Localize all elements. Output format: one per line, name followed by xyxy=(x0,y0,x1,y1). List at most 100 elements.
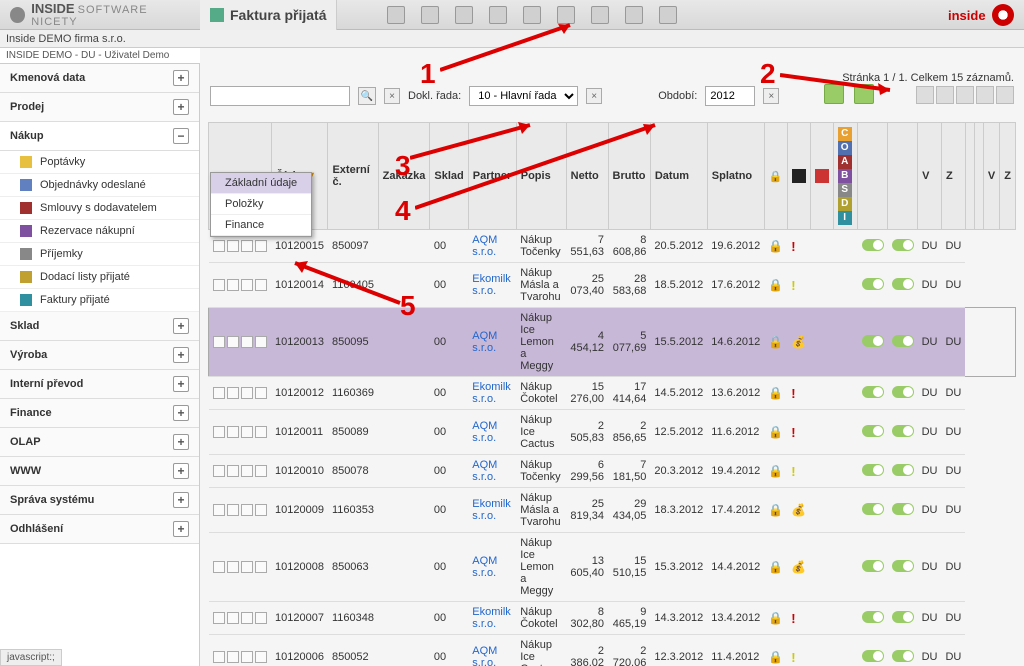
cell-partner[interactable]: Ekomilk s.r.o. xyxy=(468,602,516,635)
row-doc-icon[interactable] xyxy=(241,612,253,624)
row-doc-icon[interactable] xyxy=(241,465,253,477)
row-copy-icon[interactable] xyxy=(227,279,239,291)
row-copy-icon[interactable] xyxy=(227,426,239,438)
col-header[interactable]: Partner xyxy=(468,123,516,230)
toggle-2[interactable] xyxy=(892,611,914,623)
toggle-1[interactable] xyxy=(862,503,884,515)
sidebar-group[interactable]: Odhlášení+ xyxy=(0,515,199,544)
row-open-icon[interactable] xyxy=(213,561,225,573)
row-text-icon[interactable] xyxy=(255,612,267,624)
col-header[interactable]: Sklad xyxy=(430,123,468,230)
table-row[interactable]: 10120007116034800Ekomilk s.r.o.Nákup Čok… xyxy=(209,602,1016,635)
plus-icon[interactable]: + xyxy=(173,99,189,115)
sidebar-group[interactable]: Výroba+ xyxy=(0,341,199,370)
plus-icon[interactable]: + xyxy=(173,376,189,392)
cell-partner[interactable]: AQM s.r.o. xyxy=(468,533,516,602)
col-header[interactable] xyxy=(974,123,983,230)
toggle-2[interactable] xyxy=(892,503,914,515)
toggle-2[interactable] xyxy=(892,335,914,347)
sidebar-item[interactable]: Smlouvy s dodavatelem xyxy=(0,197,199,220)
table-row[interactable]: 1012001185008900AQM s.r.o.Nákup Ice Cact… xyxy=(209,410,1016,455)
row-open-icon[interactable] xyxy=(213,612,225,624)
undo-icon[interactable] xyxy=(659,6,677,24)
table-row[interactable]: 1012001085007800AQM s.r.o.Nákup Točenky6… xyxy=(209,455,1016,488)
pager-reload[interactable] xyxy=(996,86,1014,104)
toggle-1[interactable] xyxy=(862,335,884,347)
toggle-1[interactable] xyxy=(862,650,884,662)
plus-icon[interactable]: + xyxy=(173,434,189,450)
search-icon[interactable]: 🔍 xyxy=(358,87,376,105)
col-header[interactable] xyxy=(810,123,833,230)
plus-icon[interactable]: + xyxy=(173,347,189,363)
table-row[interactable]: 1012001385009500AQM s.r.o.Nákup Ice Lemo… xyxy=(209,308,1016,377)
col-header[interactable] xyxy=(965,123,974,230)
pager-next[interactable] xyxy=(956,86,974,104)
row-open-icon[interactable] xyxy=(213,465,225,477)
ctx-finance[interactable]: Finance xyxy=(211,215,311,236)
pager-prev[interactable] xyxy=(936,86,954,104)
toggle-2[interactable] xyxy=(892,425,914,437)
sidebar-group[interactable]: Sklad+ xyxy=(0,312,199,341)
sidebar-item[interactable]: Faktury přijaté xyxy=(0,289,199,312)
sidebar-group[interactable]: Prodej+ xyxy=(0,93,199,122)
plus-icon[interactable]: + xyxy=(173,492,189,508)
sidebar-group[interactable]: Finance+ xyxy=(0,399,199,428)
clear-obd[interactable]: × xyxy=(763,88,779,104)
sidebar-group[interactable]: Interní převod+ xyxy=(0,370,199,399)
sidebar-item[interactable]: Objednávky odeslané xyxy=(0,174,199,197)
row-open-icon[interactable] xyxy=(213,387,225,399)
dokl-select[interactable]: 10 - Hlavní řada xyxy=(469,86,578,106)
toggle-1[interactable] xyxy=(862,560,884,572)
doc-icon[interactable] xyxy=(557,6,575,24)
sidebar-group[interactable]: WWW+ xyxy=(0,457,199,486)
cell-partner[interactable]: Ekomilk s.r.o. xyxy=(468,263,516,308)
col-header[interactable] xyxy=(858,123,888,230)
row-copy-icon[interactable] xyxy=(227,240,239,252)
row-text-icon[interactable] xyxy=(255,426,267,438)
col-header[interactable]: Popis xyxy=(516,123,566,230)
row-doc-icon[interactable] xyxy=(241,387,253,399)
table-row[interactable]: 1012000685005200AQM s.r.o.Nákup Ice Cact… xyxy=(209,635,1016,666)
sidebar-group[interactable]: Kmenová data+ xyxy=(0,64,199,93)
clear-dokl[interactable]: × xyxy=(586,88,602,104)
plus-icon[interactable]: + xyxy=(173,405,189,421)
plus-icon[interactable]: + xyxy=(173,318,189,334)
toggle-2[interactable] xyxy=(892,464,914,476)
row-doc-icon[interactable] xyxy=(241,651,253,663)
cell-partner[interactable]: Ekomilk s.r.o. xyxy=(468,377,516,410)
cell-partner[interactable]: AQM s.r.o. xyxy=(468,410,516,455)
cell-partner[interactable]: Ekomilk s.r.o. xyxy=(468,488,516,533)
row-text-icon[interactable] xyxy=(255,336,267,348)
row-text-icon[interactable] xyxy=(255,279,267,291)
export-icon[interactable] xyxy=(489,6,507,24)
pager-last[interactable] xyxy=(976,86,994,104)
ctx-basic[interactable]: Základní údaje xyxy=(211,173,311,194)
sidebar-group[interactable]: Nákup− xyxy=(0,122,199,151)
col-header[interactable]: Datum xyxy=(650,123,707,230)
print-icon[interactable] xyxy=(625,6,643,24)
row-doc-icon[interactable] xyxy=(241,240,253,252)
col-header[interactable] xyxy=(888,123,918,230)
toggle-1[interactable] xyxy=(862,425,884,437)
row-copy-icon[interactable] xyxy=(227,651,239,663)
col-header[interactable]: Z xyxy=(941,123,965,230)
table-row[interactable]: 10120009116035300Ekomilk s.r.o.Nákup Más… xyxy=(209,488,1016,533)
minus-icon[interactable]: − xyxy=(173,128,189,144)
plus-icon[interactable]: + xyxy=(173,521,189,537)
row-text-icon[interactable] xyxy=(255,240,267,252)
toggle-2[interactable] xyxy=(892,239,914,251)
toggle-2[interactable] xyxy=(892,386,914,398)
toggle-1[interactable] xyxy=(862,464,884,476)
export-csv-icon[interactable] xyxy=(854,84,874,104)
row-doc-icon[interactable] xyxy=(241,561,253,573)
plus-icon[interactable]: + xyxy=(173,70,189,86)
clear-search[interactable]: × xyxy=(384,88,400,104)
row-copy-icon[interactable] xyxy=(227,612,239,624)
toggle-1[interactable] xyxy=(862,278,884,290)
export-xls-icon[interactable] xyxy=(824,84,844,104)
col-header[interactable] xyxy=(787,123,810,230)
col-header[interactable]: COABSDI xyxy=(833,123,857,230)
cell-partner[interactable]: AQM s.r.o. xyxy=(468,308,516,377)
search-input[interactable] xyxy=(210,86,350,106)
row-copy-icon[interactable] xyxy=(227,561,239,573)
